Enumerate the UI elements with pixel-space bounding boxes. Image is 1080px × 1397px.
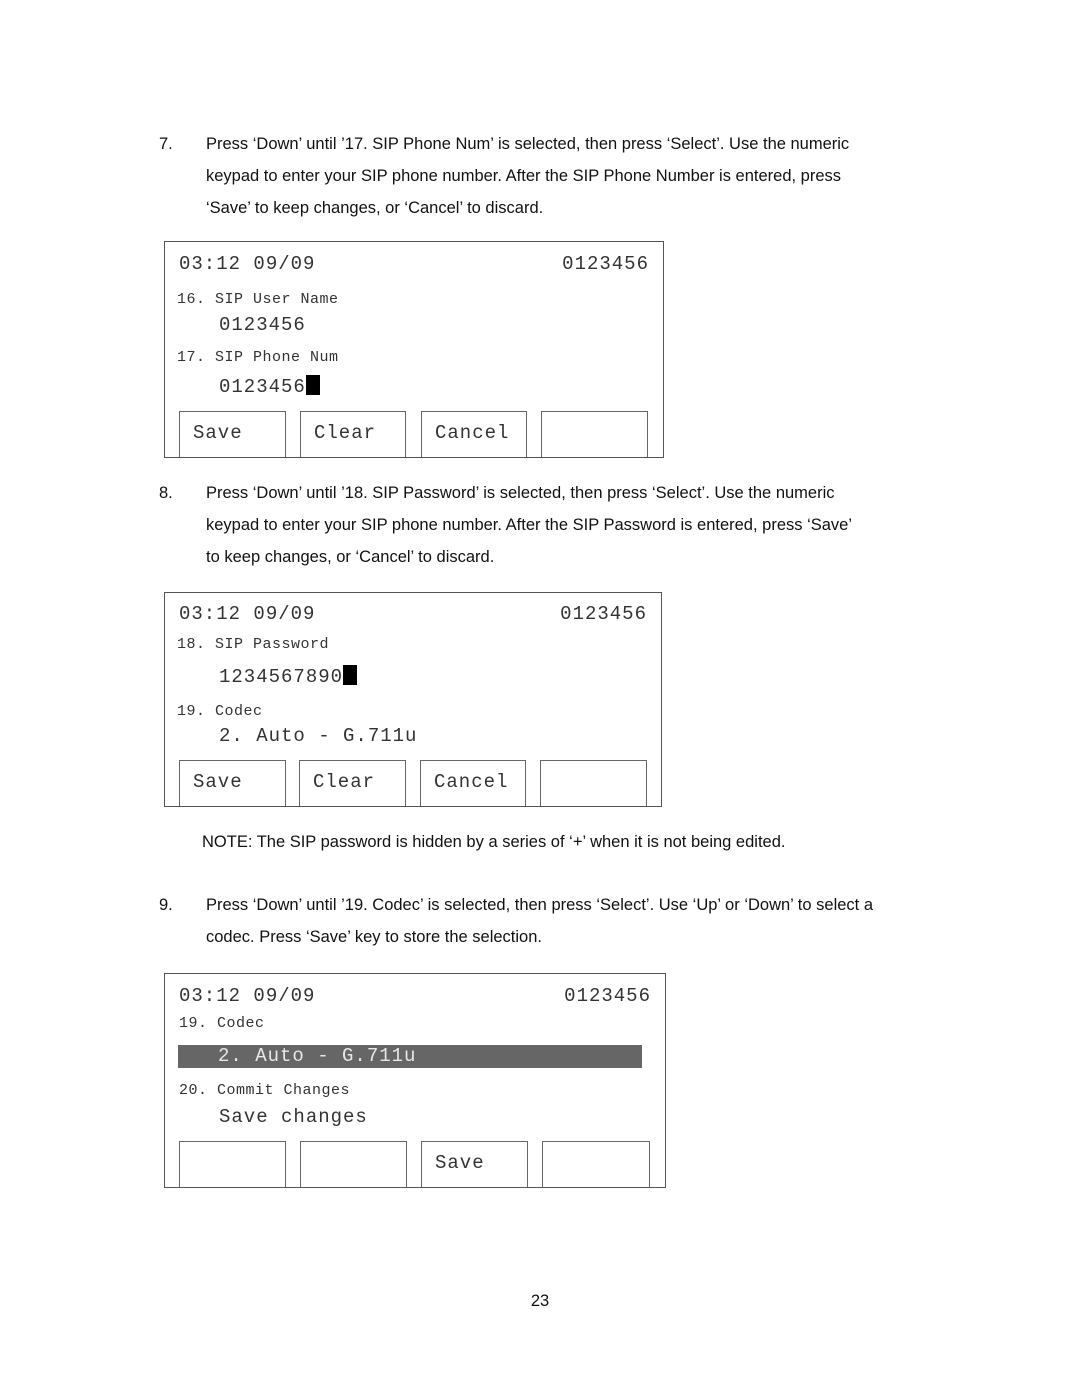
- step-7-instruction: 7. Press ‘Down’ until ’17. SIP Phone Num…: [159, 128, 939, 224]
- softkey-clear[interactable]: Clear: [299, 760, 406, 806]
- lcd-extension: 0123456: [560, 603, 647, 625]
- step-number: 9.: [159, 896, 173, 914]
- step-number: 7.: [159, 135, 173, 153]
- menu-item-value: 0123456: [219, 314, 306, 336]
- password-note: NOTE: The SIP password is hidden by a se…: [202, 833, 786, 851]
- lcd-time-date: 03:12 09/09: [179, 603, 316, 625]
- softkey-blank[interactable]: [300, 1141, 407, 1187]
- softkey-blank[interactable]: [179, 1141, 286, 1187]
- text-cursor-block: [305, 375, 320, 395]
- step-text: Press ‘Down’ until ’18. SIP Password’ is…: [206, 484, 853, 566]
- menu-item-label: 19. Codec: [177, 703, 263, 720]
- lcd-time-date: 03:12 09/09: [179, 253, 316, 275]
- step-text: Press ‘Down’ until ’19. Codec’ is select…: [206, 896, 874, 946]
- softkey-save[interactable]: Save: [421, 1141, 528, 1187]
- menu-item-value-editing[interactable]: 1234567890: [219, 665, 358, 688]
- menu-item-label: 17. SIP Phone Num: [177, 349, 339, 366]
- phone-lcd-screen-sip-password: 03:12 09/09 0123456 18. SIP Password 123…: [164, 592, 662, 807]
- menu-item-value: Save changes: [219, 1106, 368, 1128]
- menu-item-label: 20. Commit Changes: [179, 1082, 351, 1099]
- softkey-save[interactable]: Save: [179, 760, 286, 806]
- menu-item-value: 2. Auto - G.711u: [219, 725, 418, 747]
- phone-lcd-screen-codec: 03:12 09/09 0123456 19. Codec 2. Auto - …: [164, 973, 666, 1188]
- softkey-blank[interactable]: [541, 411, 648, 457]
- softkey-cancel[interactable]: Cancel: [420, 760, 526, 806]
- page-number: 23: [530, 1292, 550, 1310]
- step-number: 8.: [159, 484, 173, 502]
- lcd-extension: 0123456: [564, 985, 651, 1007]
- softkey-cancel[interactable]: Cancel: [421, 411, 527, 457]
- menu-item-label: 16. SIP User Name: [177, 291, 339, 308]
- step-8-instruction: 8. Press ‘Down’ until ’18. SIP Password’…: [159, 477, 939, 573]
- lcd-time-date: 03:12 09/09: [179, 985, 316, 1007]
- highlighted-codec-option[interactable]: 2. Auto - G.711u: [178, 1045, 642, 1068]
- step-9-instruction: 9. Press ‘Down’ until ’19. Codec’ is sel…: [159, 889, 939, 953]
- softkey-blank[interactable]: [540, 760, 647, 806]
- phone-lcd-screen-sip-phone-num: 03:12 09/09 0123456 16. SIP User Name 01…: [164, 241, 664, 458]
- menu-item-value-selected: 2. Auto - G.711u: [218, 1045, 417, 1067]
- step-text: Press ‘Down’ until ’17. SIP Phone Num’ i…: [206, 135, 850, 217]
- lcd-extension: 0123456: [562, 253, 649, 275]
- text-cursor-block: [343, 665, 358, 685]
- softkey-save[interactable]: Save: [179, 411, 286, 457]
- menu-item-value-editing[interactable]: 0123456: [219, 375, 320, 398]
- softkey-clear[interactable]: Clear: [300, 411, 406, 457]
- menu-item-label: 18. SIP Password: [177, 636, 330, 653]
- softkey-blank[interactable]: [542, 1141, 650, 1187]
- menu-item-label: 19. Codec: [179, 1015, 265, 1032]
